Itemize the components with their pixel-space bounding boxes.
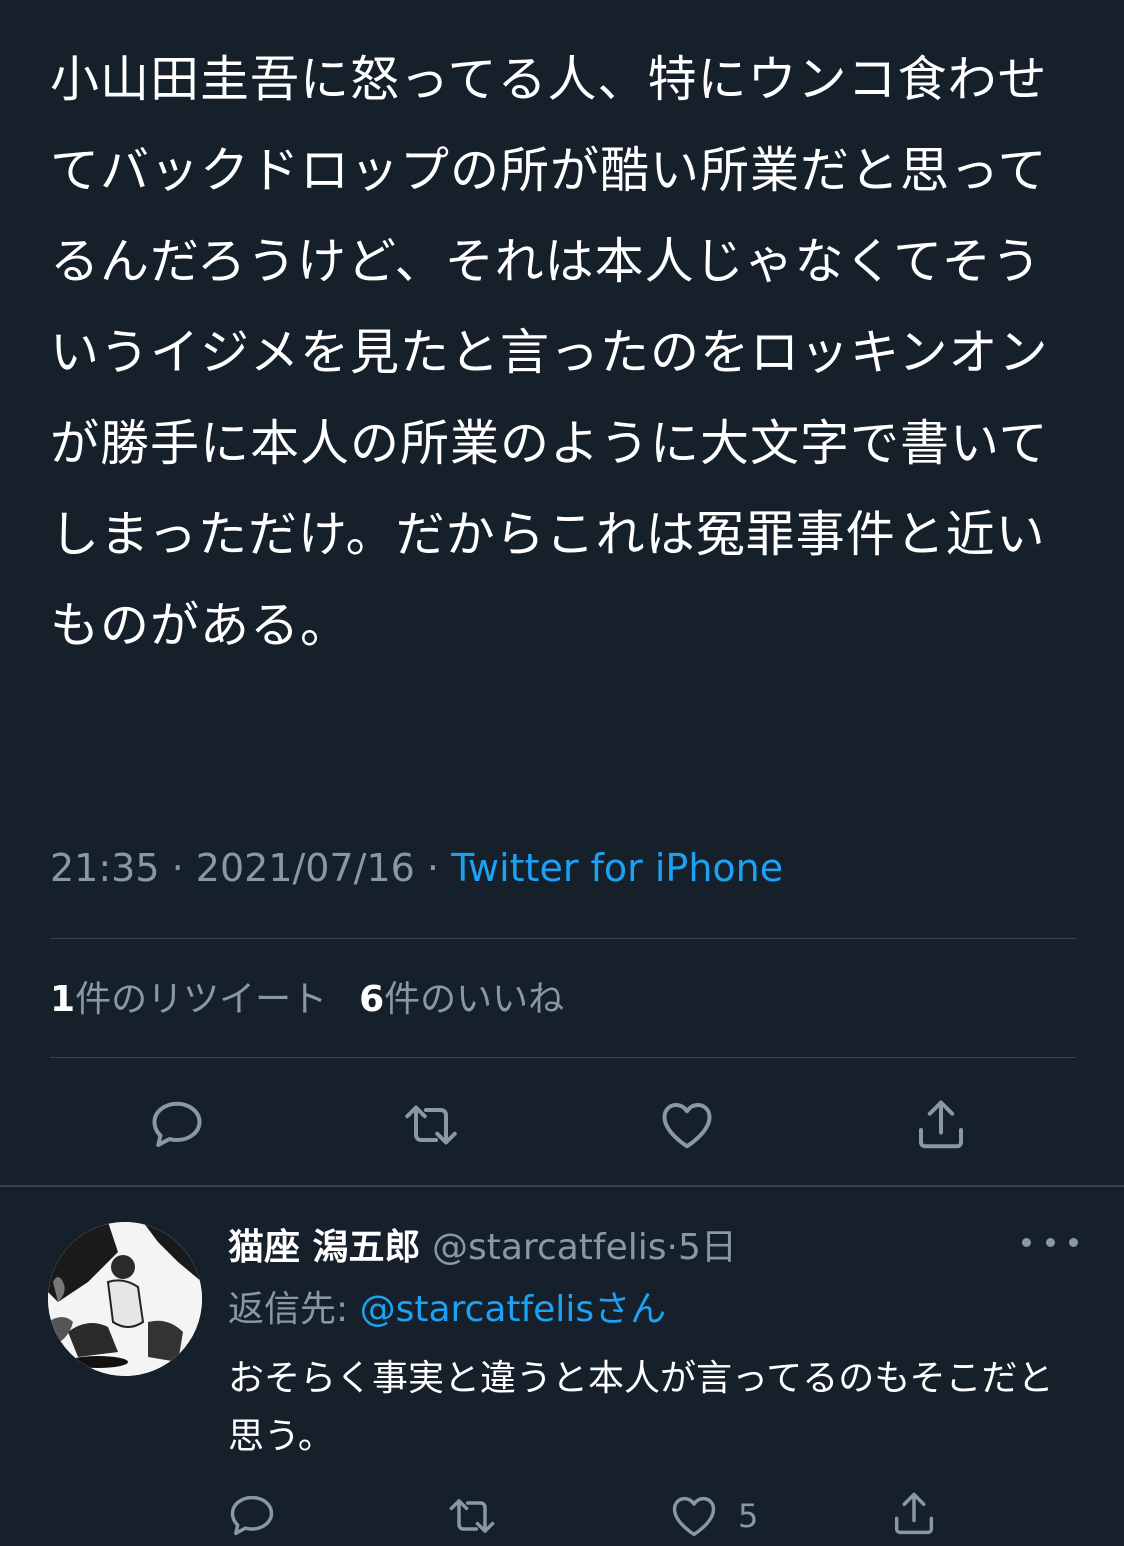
retweet-stat[interactable]: 1件のリツイート [50,979,327,1020]
reply-to-mention[interactable]: @starcatfelisさん [360,1289,667,1330]
reply-share-button[interactable] [888,1486,940,1542]
reply-retweet-button[interactable] [446,1488,498,1544]
tweet-time: 21:35 [50,846,160,890]
like-count: 6 [359,979,385,1020]
reply-like-button[interactable]: 5 [668,1488,758,1544]
avatar-illustration [48,1222,202,1376]
divider [50,1057,1076,1058]
tweet-detail-page: 小山田圭吾に怒ってる人、特にウンコ食わせてバックドロップの所が酷い所業だと思って… [0,0,1124,1546]
share-button[interactable] [906,1090,976,1160]
reply-reply-button[interactable] [226,1488,278,1544]
more-dot-icon [1069,1237,1078,1247]
meta-separator: · [426,846,440,890]
more-dot-icon [1022,1237,1031,1247]
retweet-icon [449,1499,495,1533]
reply-author-name[interactable]: 猫座 潟五郎 [228,1227,421,1268]
heart-icon [662,1103,712,1149]
reply-to-label: 返信先: [228,1289,360,1330]
reply-to-line: 返信先: @starcatfelisさん [228,1280,666,1332]
like-stat[interactable]: 6件のいいね [359,979,564,1020]
retweet-label: 件のリツイート [75,979,328,1020]
tweet-date: 2021/07/16 [195,846,415,890]
reply-text: おそらく事実と違うと本人が言ってるのもそこだと思う。 [228,1358,1054,1457]
reply-icon [230,1495,274,1536]
tweet-stats: 1件のリツイート 6件のいいね [50,970,564,1022]
more-dot-icon [1045,1237,1055,1247]
avatar[interactable] [48,1222,202,1376]
tweet-source-link[interactable]: Twitter for iPhone [451,846,783,890]
reply-to-suffix: さん [594,1289,667,1330]
reply-like-count: 5 [738,1497,759,1535]
like-label: 件のいいね [384,979,565,1020]
section-divider [0,1185,1124,1187]
like-button[interactable] [652,1090,722,1160]
tweet-meta: 21:35 · 2021/07/16 · Twitter for iPhone [50,846,783,890]
reply-icon [152,1101,202,1147]
reply-author-handle[interactable]: @starcatfelis [432,1227,667,1268]
reply-button[interactable] [142,1090,212,1160]
divider [50,938,1076,939]
share-icon [894,1492,934,1535]
reply-header: 猫座 潟五郎 @starcatfelis·5日 [228,1218,737,1270]
more-options-button[interactable] [1022,1222,1078,1262]
share-icon [919,1100,963,1149]
meta-separator: · [171,846,184,890]
reply-time[interactable]: 5日 [678,1227,737,1268]
heart-icon [672,1496,716,1537]
retweet-icon [405,1105,457,1145]
retweet-count: 1 [50,979,76,1020]
retweet-button[interactable] [396,1090,466,1160]
reply-to-handle: @starcatfelis [359,1289,595,1330]
tweet-text: 小山田圭吾に怒ってる人、特にウンコ食わせてバックドロップの所が酷い所業だと思って… [50,51,1049,654]
reply-separator: · [666,1227,678,1268]
